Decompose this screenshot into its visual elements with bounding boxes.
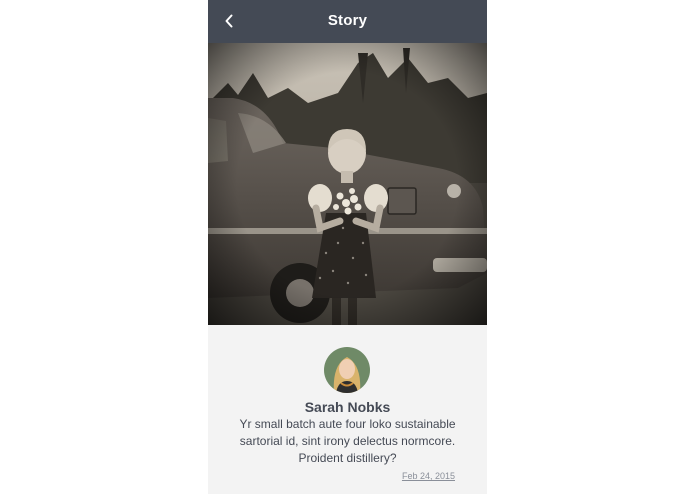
story-photo bbox=[208, 43, 487, 325]
story-text: Yr small batch aute four loko sustainabl… bbox=[239, 417, 456, 465]
story-details: Sarah Nobks Yr small batch aute four lok… bbox=[208, 325, 487, 494]
story-date-link[interactable]: Feb 24, 2015 bbox=[402, 471, 455, 481]
user-portrait-icon bbox=[324, 347, 370, 393]
back-button[interactable] bbox=[216, 9, 242, 33]
chevron-left-icon bbox=[225, 14, 233, 28]
author-name: Sarah Nobks bbox=[304, 399, 391, 415]
avatar[interactable] bbox=[324, 347, 370, 393]
page-title: Story bbox=[327, 12, 368, 29]
top-nav-bar: Story bbox=[208, 0, 487, 43]
story-screen: Story Sarah Nobks Yr small batch aute fo… bbox=[208, 0, 487, 494]
